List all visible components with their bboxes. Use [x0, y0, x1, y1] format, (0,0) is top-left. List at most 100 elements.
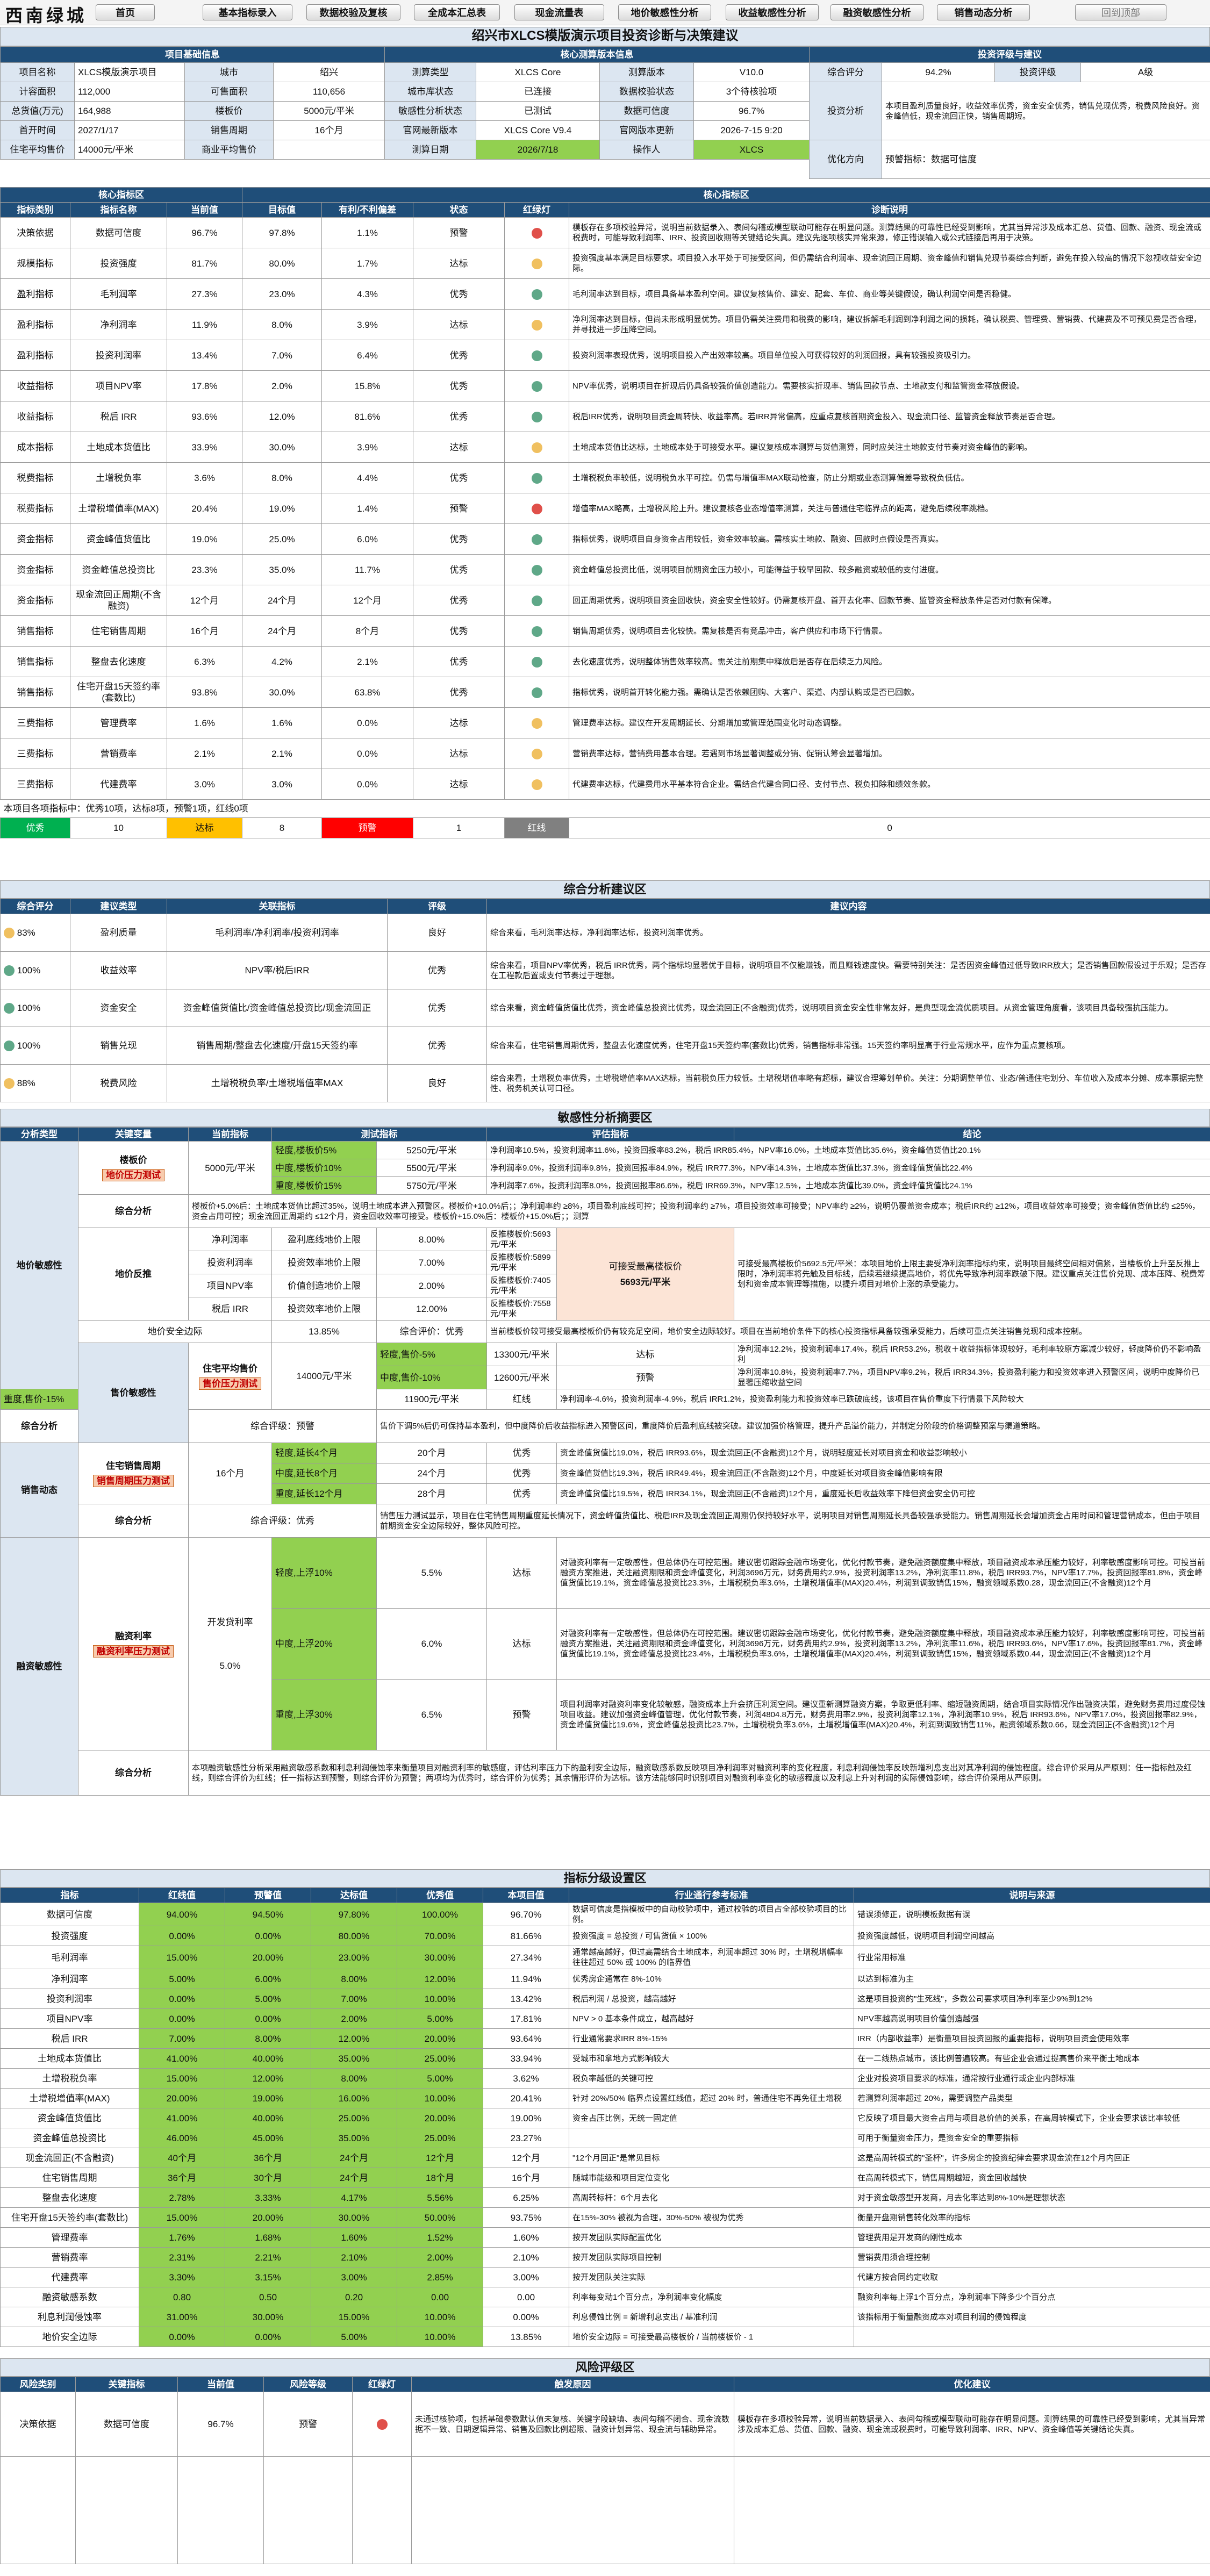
- model-header: 核心测算版本信息: [384, 46, 810, 63]
- table-row: 资金指标 资金峰值总投资比 23.3% 35.0% 11.7% 优秀 资金峰值总投资比低，说…: [0, 554, 1210, 585]
- target-value: 2.1%: [242, 738, 323, 769]
- current-value: 1.6%: [166, 707, 243, 738]
- target-value: 30.0%: [242, 432, 323, 463]
- status: 达标: [413, 432, 505, 463]
- industry-standard: 高周转标杆：6个月去化: [569, 2187, 854, 2208]
- excellent-value: 12.00%: [397, 1969, 483, 1989]
- source-note: 在一二线热点城市，该比例普遍较高。有些企业会通过提高售价来平衡土地成本: [854, 2048, 1210, 2069]
- nav-button-9[interactable]: 回到顶部: [1075, 4, 1166, 20]
- diagnosis-note: 税后IRR优秀，说明项目资金周转快、收益率高。若IRR异常偏高，应重点复核首期资…: [569, 401, 1210, 432]
- target-value: 23.0%: [242, 278, 323, 310]
- risk-col-header: 触发原因: [411, 2377, 734, 2392]
- app-logo: 西南绿城: [5, 5, 88, 26]
- source-note: IRR（内部收益率）是衡量项目投资回报的重要指标，说明项目资金使用效率: [854, 2028, 1210, 2049]
- excellent-value: 25.00%: [397, 2048, 483, 2069]
- reverse-target: 8.00%: [376, 1228, 487, 1251]
- project-value: 19.00%: [483, 2108, 569, 2128]
- grade-value: A级: [1080, 62, 1210, 82]
- traffic-light-icon: [4, 928, 15, 939]
- model-value: XLCS Core V9.4: [476, 120, 600, 140]
- red-line-value: 15.00%: [139, 1946, 225, 1969]
- land-result: 净利润率7.6%，投资利润率8.0%，投资回报率86.6%，税后 IRR69.3…: [486, 1176, 1210, 1195]
- related-indicators: 毛利润率/净利润率/投资利润率: [167, 914, 388, 952]
- traffic-light-icon: [531, 595, 542, 606]
- basic-header: 项目基础信息: [0, 46, 385, 63]
- source-note: 衡量开盘期销售转化效率的指标: [854, 2207, 1210, 2228]
- advice-level: 优秀: [387, 1027, 487, 1065]
- industry-standard: 数据可信度是指模板中的自动校验项中，通过校验的项目占全部校验项目的比例。: [569, 1903, 854, 1926]
- model-label: 测算类型: [384, 62, 476, 82]
- score-text: 88%: [17, 1078, 35, 1088]
- red-line-value: 0.00%: [139, 1926, 225, 1946]
- sales-test-value: 24个月: [376, 1463, 487, 1484]
- price-test-value: 12600元/平米: [486, 1366, 557, 1389]
- nav-button-5[interactable]: 地价敏感性分析: [618, 4, 711, 20]
- source-note: 这是高周转模式的"圣杯"，许多房企的投资纪律会要求现金流在12个月内回正: [854, 2148, 1210, 2168]
- red-line-value: 41.00%: [139, 2048, 225, 2069]
- source-note: 它反映了项目最大资金占用与项目总价值的关系，在高周转模式下，企业会要求该比率较低: [854, 2108, 1210, 2128]
- reverse-metric: 投资利润率: [188, 1251, 272, 1274]
- warning-value: 30.00%: [225, 2307, 311, 2327]
- status: 达标: [413, 769, 505, 800]
- nav-button-3[interactable]: 全成本汇总表: [414, 4, 500, 20]
- nav-button-0[interactable]: 首页: [96, 4, 155, 20]
- table-row: 三费指标 营销费率 2.1% 2.1% 0.0% 达标 营销费率达标，营销费用基本合理。若遇…: [0, 738, 1210, 769]
- risk-col-header: 风险等级: [263, 2377, 353, 2392]
- reverse-target: 12.00%: [376, 1297, 487, 1321]
- deviation: 0.0%: [321, 707, 414, 738]
- pass-value: 3.00%: [311, 2267, 397, 2287]
- nav-button-6[interactable]: 收益敏感性分析: [726, 4, 819, 20]
- excellent-value: 10.00%: [397, 2088, 483, 2108]
- grade-indicator: 税后 IRR: [0, 2028, 139, 2049]
- table-row: 100% 资金安全 资金峰值货值比/资金峰值总投资比/现金流回正 优秀 综合来看，资金峰…: [0, 989, 1210, 1027]
- warning-value: 0.00%: [225, 1926, 311, 1946]
- source-note: 管理费用是开发商的刚性成本: [854, 2227, 1210, 2248]
- traffic-light-icon: [531, 258, 542, 269]
- industry-standard: 按开发团队关注实际: [569, 2267, 854, 2287]
- reverse-metric: 项目NPV率: [188, 1274, 272, 1297]
- fin-current-rate: 5.0%: [219, 1660, 241, 1671]
- fin-stress-tag: 融资利率压力测试: [93, 1645, 174, 1657]
- traffic-light-icon: [376, 2419, 388, 2430]
- nav-button-8[interactable]: 销售动态分析: [937, 4, 1030, 20]
- excellent-value: 20.00%: [397, 2028, 483, 2049]
- grade-indicator: 利息利润侵蚀率: [0, 2307, 139, 2327]
- warning-value: 8.00%: [225, 2028, 311, 2049]
- table-row: 盈利指标 净利润率 11.9% 8.0% 3.9% 达标 净利润率达到目标，但尚未形成明显优…: [0, 309, 1210, 340]
- traffic-light-icon: [531, 748, 542, 759]
- warning-value: 20.00%: [225, 1946, 311, 1969]
- nav-button-1[interactable]: 基本指标录入: [203, 4, 292, 20]
- nav-button-7[interactable]: 融资敏感性分析: [830, 4, 923, 20]
- project-value: 13.42%: [483, 1989, 569, 2009]
- advice-type: 收益效率: [70, 951, 167, 989]
- related-indicators: NPV率/税后IRR: [167, 951, 388, 989]
- warning-value: 36个月: [225, 2148, 311, 2168]
- reverse-limit: 投资效率地价上限: [271, 1251, 377, 1274]
- land-test: 轻度,楼板价5%: [271, 1141, 377, 1159]
- basic-label: 城市: [184, 62, 274, 82]
- table-row: 数据可信度 94.00% 94.50% 97.80% 100.00% 96.70% 数据可信…: [0, 1903, 1210, 1926]
- table-row: 盈利指标 毛利润率 27.3% 23.0% 4.3% 优秀 毛利润率达到目标，项目具备基本盈…: [0, 278, 1210, 310]
- table-row: 整盘去化速度 2.78% 3.33% 4.17% 5.56% 6.25% 高周转标杆：6个月…: [0, 2187, 1210, 2208]
- target-value: 24个月: [242, 585, 323, 616]
- basic-label: 住宅平均售价: [0, 140, 75, 160]
- source-note: 若测算利润率超过 20%，需要调整产品类型: [854, 2088, 1210, 2108]
- indicator-name: 住宅销售周期: [70, 615, 167, 647]
- table-row: 三费指标 管理费率 1.6% 1.6% 0.0% 达标 管理费率达标。建议在开发周期延长、分…: [0, 707, 1210, 738]
- sales-test-value: 28个月: [376, 1483, 487, 1504]
- excellent-value: 0.00: [397, 2287, 483, 2307]
- source-note: [854, 2327, 1210, 2347]
- nav-button-4[interactable]: 现金流量表: [514, 4, 604, 20]
- grade-label: 投资评级: [994, 62, 1081, 82]
- table-row: 规模指标 投资强度 81.7% 80.0% 1.7% 达标 投资强度基本满足目标要求。项目投…: [0, 248, 1210, 279]
- current-value: 93.6%: [166, 401, 243, 432]
- basic-info-table: 项目基础信息 项目名称 XLCS模版演示项目 城市 绍兴 计容面积 112,000 可售面积 1…: [0, 46, 385, 160]
- nav-button-2[interactable]: 数据校验及复核: [306, 4, 400, 20]
- deviation: 0.0%: [321, 769, 414, 800]
- project-value: 17.81%: [483, 2008, 569, 2029]
- warning-value: 3.15%: [225, 2267, 311, 2287]
- diagnosis-note: 指标优秀，说明项目自身资金占用较低，资金效率较高。需核实土地款、融资、回款时点假…: [569, 523, 1210, 555]
- status: 优秀: [413, 646, 505, 677]
- indicator-category: 三费指标: [0, 738, 70, 769]
- pass-value: 8.00%: [311, 1969, 397, 1989]
